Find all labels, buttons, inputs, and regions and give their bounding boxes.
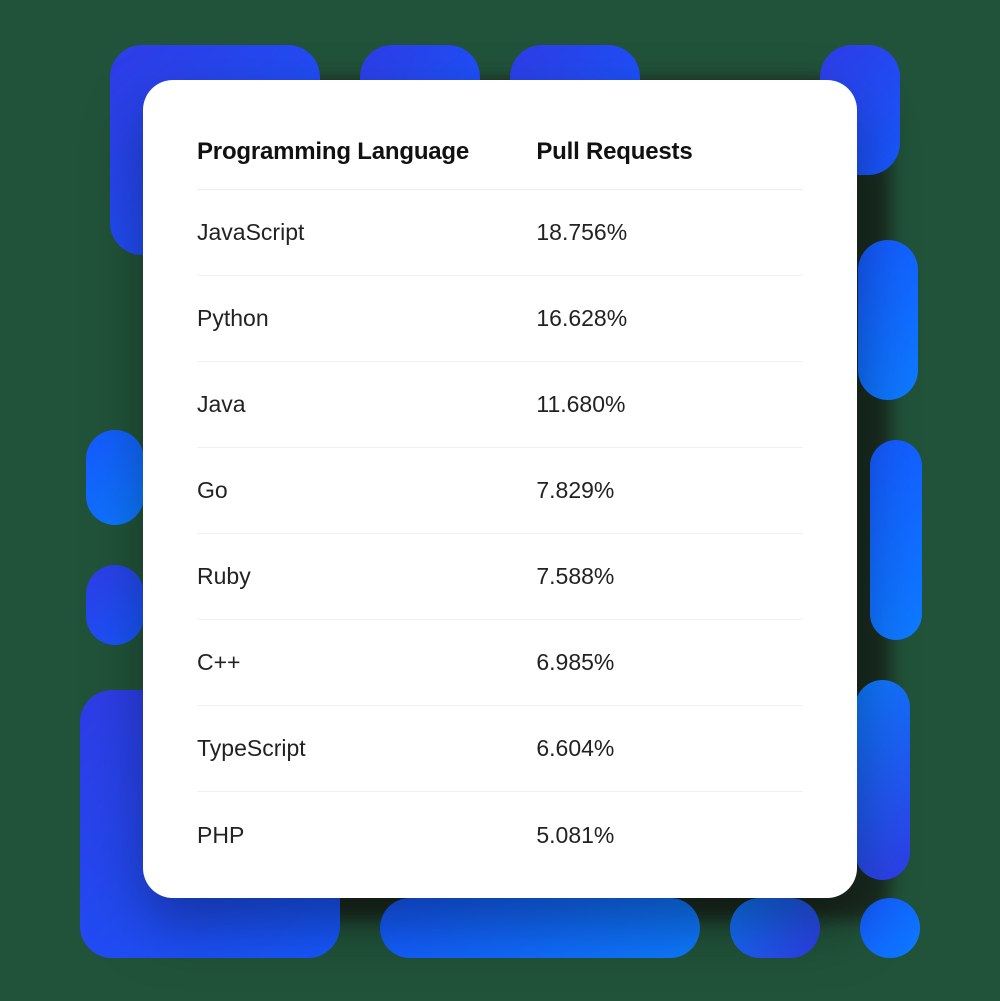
table-row: PHP 5.081% (197, 792, 803, 878)
cell-pull-requests: 11.680% (536, 391, 803, 418)
header-pull-requests: Pull Requests (536, 138, 803, 166)
header-language: Programming Language (197, 138, 536, 166)
cell-language: Ruby (197, 563, 536, 590)
decor-square (86, 565, 144, 645)
table-row: Go 7.829% (197, 448, 803, 534)
table-row: Ruby 7.588% (197, 534, 803, 620)
decor-square (380, 898, 700, 958)
cell-language: Go (197, 477, 536, 504)
cell-pull-requests: 5.081% (536, 822, 803, 849)
decor-square (86, 430, 144, 525)
table-row: Java 11.680% (197, 362, 803, 448)
cell-pull-requests: 18.756% (536, 219, 803, 246)
table-row: TypeScript 6.604% (197, 706, 803, 792)
decor-square (730, 898, 820, 958)
cell-pull-requests: 6.985% (536, 649, 803, 676)
table-row: Python 16.628% (197, 276, 803, 362)
cell-language: Java (197, 391, 536, 418)
cell-pull-requests: 6.604% (536, 735, 803, 762)
decor-square (855, 680, 910, 880)
cell-pull-requests: 16.628% (536, 305, 803, 332)
table-header-row: Programming Language Pull Requests (197, 114, 803, 190)
cell-language: JavaScript (197, 219, 536, 246)
decor-square (870, 440, 922, 640)
data-table-card: Programming Language Pull Requests JavaS… (143, 80, 857, 898)
cell-pull-requests: 7.588% (536, 563, 803, 590)
cell-language: Python (197, 305, 536, 332)
cell-language: C++ (197, 649, 536, 676)
decor-square (860, 898, 920, 958)
decor-square (858, 240, 918, 400)
cell-language: PHP (197, 822, 536, 849)
cell-language: TypeScript (197, 735, 536, 762)
cell-pull-requests: 7.829% (536, 477, 803, 504)
table-row: C++ 6.985% (197, 620, 803, 706)
table-row: JavaScript 18.756% (197, 190, 803, 276)
